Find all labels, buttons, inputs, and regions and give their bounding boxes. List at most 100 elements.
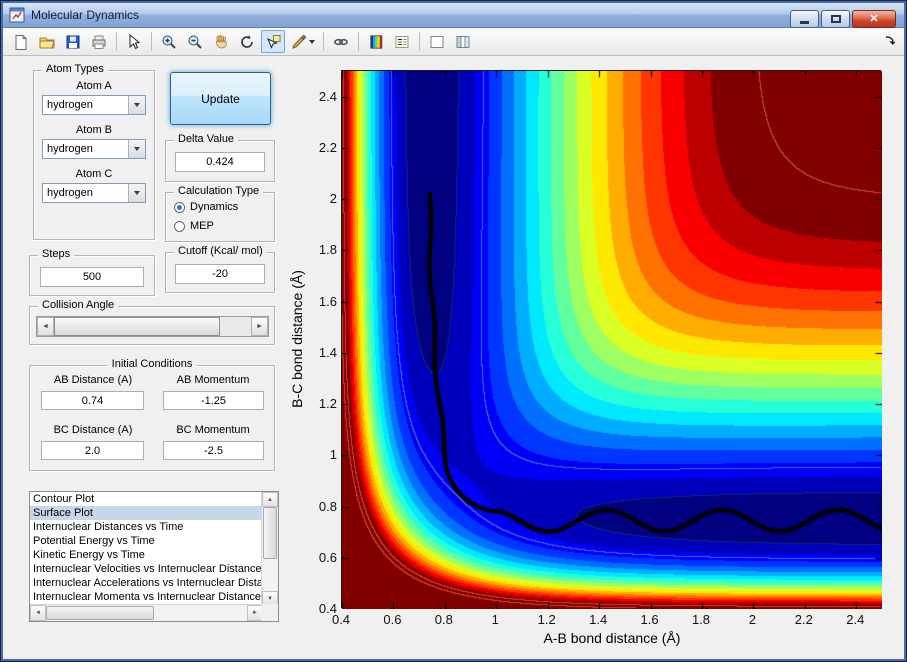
panel-cutoff: Cutoff (Kcal/ mol) [165, 245, 275, 293]
print-figure-button[interactable] [87, 30, 111, 53]
ab-momentum-label: AB Momentum [176, 374, 250, 386]
list-item[interactable]: Internuclear Accelerations vs Internucle… [30, 576, 262, 590]
atom-a-select[interactable]: hydrogen [42, 95, 146, 115]
contour-canvas[interactable] [342, 71, 882, 609]
link-plot-button[interactable] [329, 30, 353, 53]
combo-arrow-icon[interactable] [128, 184, 145, 202]
atom-b-selected-value: hydrogen [47, 143, 93, 155]
panel-calculation-type-title: Calculation Type [174, 185, 264, 197]
list-item[interactable]: Potential Energy vs Time [30, 534, 262, 548]
collision-angle-slider[interactable]: ◄ ► [36, 316, 269, 337]
print-figure-icon [91, 34, 107, 50]
atom-c-select[interactable]: hydrogen [42, 183, 146, 203]
app-window: Molecular Dynamics ✕ Atom Types Atom A hy… [0, 0, 907, 662]
rotate-3d-button[interactable] [235, 30, 259, 53]
list-item[interactable]: Internuclear Momenta vs Internuclear Dis… [30, 590, 262, 604]
zoom-out-button[interactable] [183, 30, 207, 53]
dock-figure-icon[interactable] [884, 34, 898, 48]
show-plot-tools-button[interactable] [451, 30, 475, 53]
cutoff-field[interactable] [175, 264, 265, 284]
panel-calculation-type: Calculation Type Dynamics MEP [165, 185, 275, 242]
panel-atom-types-title: Atom Types [42, 63, 108, 75]
data-cursor-button[interactable] [261, 30, 285, 53]
bc-distance-field[interactable] [41, 441, 144, 460]
titlebar[interactable]: Molecular Dynamics ✕ [3, 3, 904, 28]
list-item[interactable]: Kinetic Energy vs Time [30, 548, 262, 562]
atom-b-label: Atom B [75, 124, 113, 136]
combo-arrow-icon[interactable] [128, 140, 145, 158]
open-file-button[interactable] [35, 30, 59, 53]
atom-b-select[interactable]: hydrogen [42, 139, 146, 159]
listbox-vertical-scrollbar[interactable]: ▲ ▼ [261, 492, 278, 606]
bc-momentum-field[interactable] [163, 441, 264, 460]
scroll-left-icon[interactable]: ◄ [30, 605, 46, 621]
panel-steps: Steps [29, 248, 155, 296]
list-item[interactable]: Contour Plot [30, 492, 262, 506]
close-icon: ✕ [869, 12, 879, 25]
scroll-up-icon[interactable]: ▲ [262, 492, 278, 507]
insert-colorbar-button[interactable] [364, 30, 388, 53]
toolbar-separator [116, 32, 117, 51]
delta-value-field[interactable] [175, 152, 265, 172]
x-tick-label: 1 [491, 612, 499, 627]
atom-a-label: Atom A [76, 80, 112, 92]
ab-distance-label: AB Distance (A) [53, 374, 133, 386]
radio-dynamics-circle[interactable] [174, 201, 185, 213]
ab-momentum-field[interactable] [163, 391, 264, 410]
panel-atom-types: Atom Types Atom A hydrogen Atom B hydrogen A… [33, 63, 155, 240]
list-item[interactable]: Surface Plot [30, 506, 262, 520]
save-figure-button[interactable] [61, 30, 85, 53]
open-file-icon [39, 34, 55, 50]
scrollbar-corner [261, 604, 278, 621]
zoom-in-button[interactable] [157, 30, 181, 53]
brush-button[interactable] [287, 30, 318, 53]
vertical-scroll-thumb[interactable] [263, 507, 277, 559]
slider-left-arrow[interactable]: ◄ [37, 317, 54, 336]
panel-cutoff-title: Cutoff (Kcal/ mol) [174, 245, 267, 257]
x-axis-label: A-B bond distance (Å) [543, 630, 681, 646]
window-title: Molecular Dynamics [31, 8, 140, 22]
close-button[interactable]: ✕ [852, 10, 896, 28]
pan-button[interactable] [209, 30, 233, 53]
radio-mep-circle[interactable] [174, 220, 185, 232]
bc-momentum-label: BC Momentum [176, 424, 250, 436]
minimize-button[interactable] [790, 10, 819, 28]
radio-dynamics-label[interactable]: Dynamics [190, 201, 238, 213]
horizontal-scroll-thumb[interactable] [46, 606, 154, 620]
atom-c-label: Atom C [75, 168, 113, 180]
panel-collision-angle: Collision Angle ◄ ► [29, 299, 275, 345]
rotate-3d-icon [239, 34, 255, 50]
toolbar-separator [151, 32, 152, 51]
edit-plot-button[interactable] [122, 30, 146, 53]
y-tick-label: 2.4 [318, 88, 337, 104]
combo-arrow-icon[interactable] [128, 96, 145, 114]
x-tick-label: 1.2 [537, 612, 556, 627]
toolbar-separator [419, 32, 420, 51]
x-tick-label: 1.4 [589, 612, 608, 627]
ab-distance-field[interactable] [41, 391, 144, 410]
new-figure-button[interactable] [9, 30, 33, 53]
slider-thumb[interactable] [54, 317, 220, 336]
zoom-in-icon [161, 34, 177, 50]
minimize-icon [800, 21, 809, 24]
radio-dynamics[interactable]: Dynamics [174, 201, 238, 213]
hide-plot-tools-icon [429, 34, 445, 50]
update-button[interactable]: Update [170, 72, 271, 125]
panel-initial-conditions: Initial Conditions AB Distance (A) AB Mo… [29, 358, 275, 471]
steps-field[interactable] [40, 267, 144, 287]
radio-mep-label[interactable]: MEP [190, 220, 214, 232]
insert-legend-button[interactable] [390, 30, 414, 53]
plot-type-listbox[interactable]: Contour Plot Surface Plot Internuclear Dis… [29, 491, 279, 622]
list-item[interactable]: Internuclear Distances vs Time [30, 520, 262, 534]
listbox-horizontal-scrollbar[interactable]: ◄ ► [30, 604, 263, 621]
link-plot-icon [333, 34, 349, 50]
list-item[interactable]: Internuclear Velocities vs Internuclear … [30, 562, 262, 576]
hide-plot-tools-button[interactable] [425, 30, 449, 53]
dropdown-caret-icon [308, 39, 315, 44]
maximize-icon [830, 15, 841, 23]
radio-mep[interactable]: MEP [174, 220, 214, 232]
y-tick-label: 2 [329, 191, 337, 207]
slider-right-arrow[interactable]: ► [251, 317, 268, 336]
show-plot-tools-icon [455, 34, 471, 50]
maximize-button[interactable] [821, 10, 850, 28]
